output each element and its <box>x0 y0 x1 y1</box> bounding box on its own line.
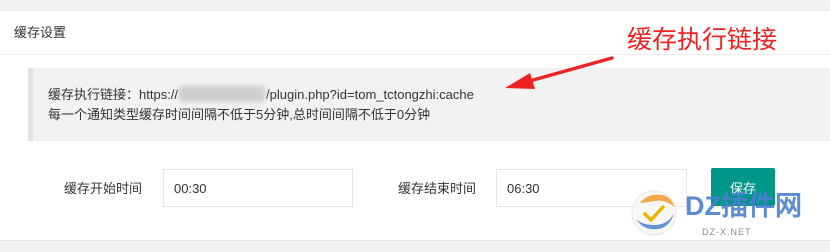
cache-link-label: 缓存执行链接： <box>48 87 140 102</box>
cache-interval-description: 每一个通知类型缓存时间间隔不低于5分钟,总时间间隔不低于0分钟 <box>48 107 431 122</box>
site-watermark: DZ插件网 DZ-X.NET <box>628 183 828 249</box>
redacted-domain <box>179 86 266 102</box>
watermark-subtext: DZ-X.NET <box>702 227 752 237</box>
cache-link-notice: 缓存执行链接：https:// /plugin.php?id=tom_tctong… <box>28 68 830 141</box>
cache-link-line: 缓存执行链接：https:// /plugin.php?id=tom_tctong… <box>48 86 474 103</box>
cache-link-url-suffix: /plugin.php?id=tom_tctongzhi:cache <box>266 87 474 102</box>
cache-link-url-prefix: https:// <box>139 87 179 102</box>
annotation-label: 缓存执行链接 <box>627 26 778 54</box>
end-time-label: 缓存结束时间 <box>398 181 477 196</box>
watermark-text: DZ插件网 <box>685 191 802 221</box>
watermark-logo-icon <box>631 190 677 236</box>
panel-title: 缓存设置 <box>14 25 67 40</box>
start-time-label: 缓存开始时间 <box>64 181 143 196</box>
start-time-input[interactable] <box>163 169 353 207</box>
